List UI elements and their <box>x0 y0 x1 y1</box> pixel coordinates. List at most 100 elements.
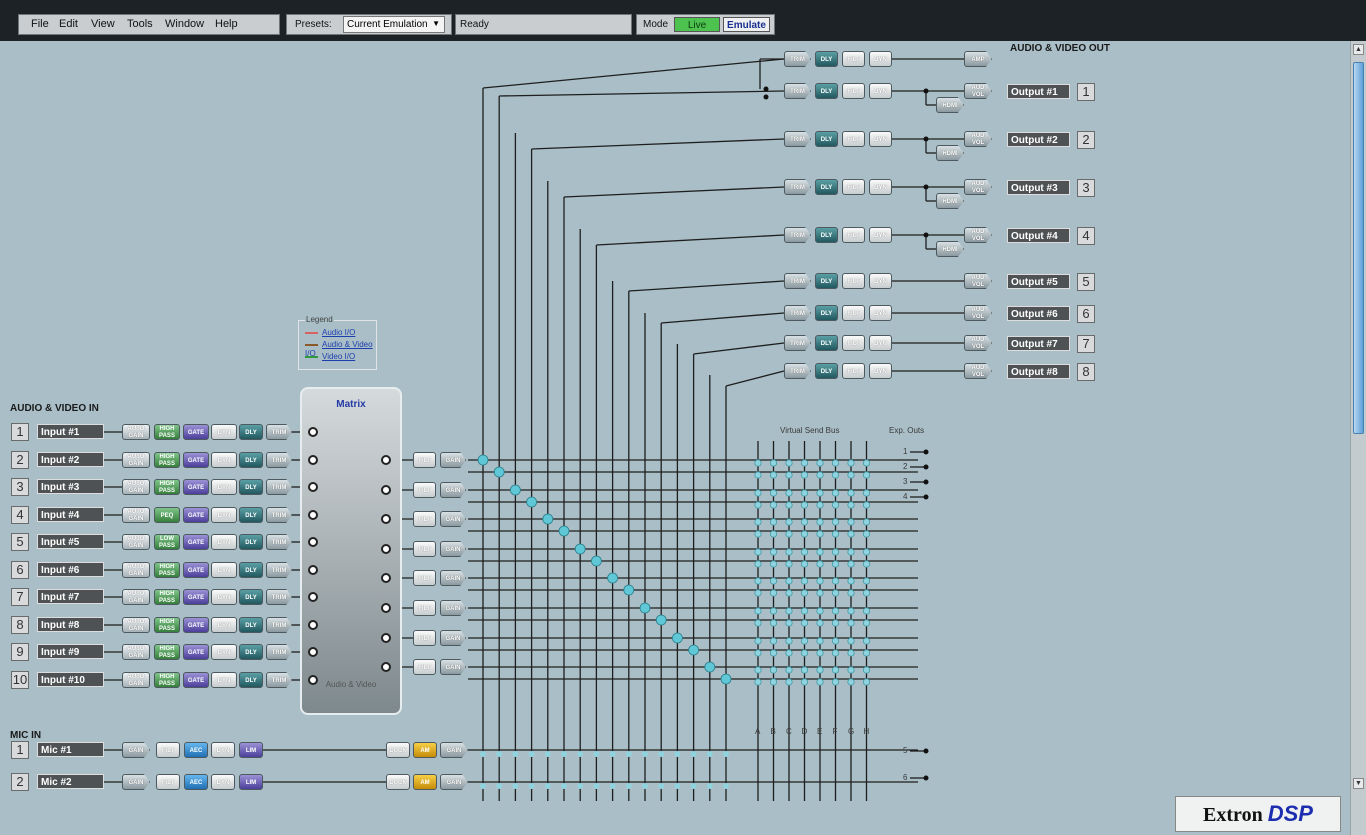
matrix-input-node[interactable] <box>308 647 318 657</box>
input-10-dyn-block[interactable]: DYN <box>211 672 237 688</box>
input-1-dyn-block[interactable]: DYN <box>211 424 237 440</box>
output-name-4[interactable]: Output #4 <box>1007 228 1070 243</box>
input-8-gate-block[interactable]: GATE <box>183 617 209 633</box>
matrix-out-3-filt-block[interactable]: FILT <box>413 511 436 527</box>
output-3-dyn-block[interactable]: DYN <box>869 179 892 195</box>
mic-2-dyn-block[interactable]: DYN <box>211 774 235 790</box>
mic-name-2[interactable]: Mic #2 <box>37 774 104 789</box>
input-3-gate-block[interactable]: GATE <box>183 479 209 495</box>
input-2-dly-block[interactable]: DLY <box>239 452 263 468</box>
input-7-high-pass-block[interactable]: HIGH PASS <box>154 589 180 605</box>
input-name-6[interactable]: Input #6 <box>37 562 104 577</box>
output-7-filt-block[interactable]: FILT <box>842 335 865 351</box>
input-10-auto-gain-block[interactable]: AUTO GAIN <box>122 672 150 688</box>
matrix-output-node[interactable] <box>381 544 391 554</box>
input-10-dly-block[interactable]: DLY <box>239 672 263 688</box>
matrix-input-node[interactable] <box>308 565 318 575</box>
live-mode-button[interactable]: Live <box>674 17 720 32</box>
input-2-auto-gain-block[interactable]: AUTO GAIN <box>122 452 150 468</box>
output-name-5[interactable]: Output #5 <box>1007 274 1070 289</box>
mic-2-filt-block[interactable]: FILT <box>156 774 180 790</box>
input-4-gate-block[interactable]: GATE <box>183 507 209 523</box>
matrix-output-node[interactable] <box>381 603 391 613</box>
input-name-3[interactable]: Input #3 <box>37 479 104 494</box>
matrix-output-node[interactable] <box>381 514 391 524</box>
input-8-dyn-block[interactable]: DYN <box>211 617 237 633</box>
matrix-input-node[interactable] <box>308 537 318 547</box>
scroll-up-icon[interactable]: ▲ <box>1353 44 1364 55</box>
input-3-auto-gain-block[interactable]: AUTO GAIN <box>122 479 150 495</box>
input-6-dly-block[interactable]: DLY <box>239 562 263 578</box>
input-5-dly-block[interactable]: DLY <box>239 534 263 550</box>
matrix-out-1-filt-block[interactable]: FILT <box>413 452 436 468</box>
output-4-filt-block[interactable]: FILT <box>842 227 865 243</box>
matrix-output-node[interactable] <box>381 485 391 495</box>
output-6-dly-block[interactable]: DLY <box>815 305 838 321</box>
vertical-scrollbar[interactable]: ▲ ▼ <box>1350 41 1366 835</box>
input-10-gate-block[interactable]: GATE <box>183 672 209 688</box>
input-4-dly-block[interactable]: DLY <box>239 507 263 523</box>
matrix-output-node[interactable] <box>381 573 391 583</box>
input-9-gate-block[interactable]: GATE <box>183 644 209 660</box>
input-9-auto-gain-block[interactable]: AUTO GAIN <box>122 644 150 660</box>
input-3-dly-block[interactable]: DLY <box>239 479 263 495</box>
matrix-out-4-filt-block[interactable]: FILT <box>413 541 436 557</box>
mic-1-am-block[interactable]: AM <box>413 742 437 758</box>
menu-view[interactable]: View <box>91 18 115 30</box>
input-1-high-pass-block[interactable]: HIGH PASS <box>154 424 180 440</box>
scroll-thumb[interactable] <box>1353 62 1364 434</box>
output-2-filt-block[interactable]: FILT <box>842 131 865 147</box>
output-6-filt-block[interactable]: FILT <box>842 305 865 321</box>
matrix-input-node[interactable] <box>308 455 318 465</box>
matrix-out-2-filt-block[interactable]: FILT <box>413 482 436 498</box>
mic-2-lim-block[interactable]: LIM <box>239 774 263 790</box>
output-1-dly-block[interactable]: DLY <box>815 83 838 99</box>
matrix-output-node[interactable] <box>381 662 391 672</box>
input-7-auto-gain-block[interactable]: AUTO GAIN <box>122 589 150 605</box>
input-5-low-pass-block[interactable]: LOW PASS <box>154 534 180 550</box>
mic-2-am-block[interactable]: AM <box>413 774 437 790</box>
output-8-dly-block[interactable]: DLY <box>815 363 838 379</box>
input-7-dyn-block[interactable]: DYN <box>211 589 237 605</box>
mic-1-aec-block[interactable]: AEC <box>184 742 208 758</box>
output-name-7[interactable]: Output #7 <box>1007 336 1070 351</box>
input-name-9[interactable]: Input #9 <box>37 644 104 659</box>
input-4-peq-block[interactable]: PEQ <box>154 507 180 523</box>
mic-2-duck-block[interactable]: DUCK <box>386 774 410 790</box>
output-6-dyn-block[interactable]: DYN <box>869 305 892 321</box>
matrix-out-7-filt-block[interactable]: FILT <box>413 630 436 646</box>
input-1-dly-block[interactable]: DLY <box>239 424 263 440</box>
input-3-high-pass-block[interactable]: HIGH PASS <box>154 479 180 495</box>
mic-1-dyn-block[interactable]: DYN <box>211 742 235 758</box>
output-5-dyn-block[interactable]: DYN <box>869 273 892 289</box>
input-9-dly-block[interactable]: DLY <box>239 644 263 660</box>
input-5-auto-gain-block[interactable]: AUTO GAIN <box>122 534 150 550</box>
output-3-dly-block[interactable]: DLY <box>815 179 838 195</box>
input-10-high-pass-block[interactable]: HIGH PASS <box>154 672 180 688</box>
output-4-dly-block[interactable]: DLY <box>815 227 838 243</box>
input-8-high-pass-block[interactable]: HIGH PASS <box>154 617 180 633</box>
output-1-filt-block[interactable]: FILT <box>842 83 865 99</box>
input-6-auto-gain-block[interactable]: AUTO GAIN <box>122 562 150 578</box>
output-name-6[interactable]: Output #6 <box>1007 306 1070 321</box>
emulate-mode-button[interactable]: Emulate <box>723 17 770 32</box>
input-name-8[interactable]: Input #8 <box>37 617 104 632</box>
menu-tools[interactable]: Tools <box>127 18 153 30</box>
menu-window[interactable]: Window <box>165 18 204 30</box>
output-3-filt-block[interactable]: FILT <box>842 179 865 195</box>
output-4-dyn-block[interactable]: DYN <box>869 227 892 243</box>
input-name-4[interactable]: Input #4 <box>37 507 104 522</box>
input-7-gate-block[interactable]: GATE <box>183 589 209 605</box>
input-2-gate-block[interactable]: GATE <box>183 452 209 468</box>
menu-edit[interactable]: Edit <box>59 18 78 30</box>
menu-file[interactable]: File <box>31 18 49 30</box>
input-2-high-pass-block[interactable]: HIGH PASS <box>154 452 180 468</box>
output-8-dyn-block[interactable]: DYN <box>869 363 892 379</box>
input-1-auto-gain-block[interactable]: AUTO GAIN <box>122 424 150 440</box>
input-4-auto-gain-block[interactable]: AUTO GAIN <box>122 507 150 523</box>
output-8-filt-block[interactable]: FILT <box>842 363 865 379</box>
input-6-high-pass-block[interactable]: HIGH PASS <box>154 562 180 578</box>
mic-1-duck-block[interactable]: DUCK <box>386 742 410 758</box>
matrix-input-node[interactable] <box>308 482 318 492</box>
matrix-input-node[interactable] <box>308 427 318 437</box>
